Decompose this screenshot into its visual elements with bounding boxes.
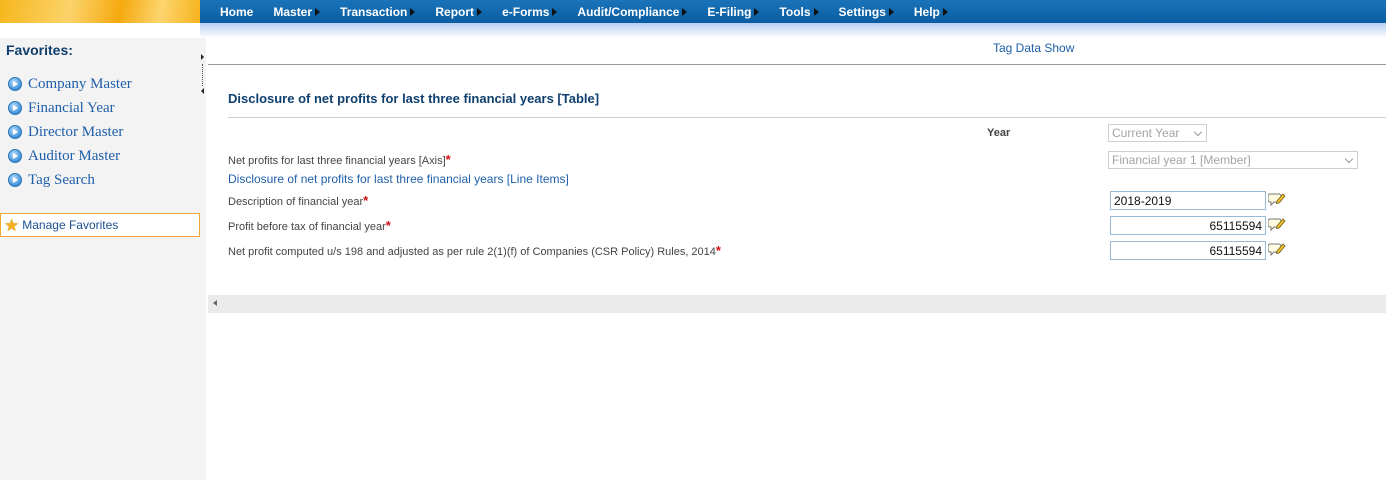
field-label-net-profit-computed: Net profit computed u/s 198 and adjusted…: [228, 243, 721, 258]
submenu-arrow-icon: [754, 7, 760, 16]
submenu-arrow-icon: [682, 7, 688, 16]
manage-favorites-button[interactable]: ★ Manage Favorites: [0, 213, 200, 237]
favorite-tag-search[interactable]: Tag Search: [8, 168, 132, 192]
axis-member-select[interactable]: Financial year 1 [Member]: [1108, 151, 1358, 169]
favorite-auditor-master[interactable]: Auditor Master: [8, 144, 132, 168]
sidebar-collapse-handle[interactable]: [200, 52, 206, 98]
manage-favorites-label: Manage Favorites: [22, 218, 119, 232]
submenu-arrow-icon: [552, 7, 558, 16]
menu-home[interactable]: Home: [220, 5, 253, 19]
field-label-description: Description of financial year*: [228, 193, 368, 208]
menu-efiling-label: E-Filing: [707, 4, 752, 19]
field-label-text: Net profit computed u/s 198 and adjusted…: [228, 246, 716, 258]
favorites-sidebar: Favorites: Company Master Financial Year…: [0, 38, 206, 480]
required-mark: *: [385, 218, 391, 233]
star-icon: ★: [4, 215, 20, 235]
year-select[interactable]: Current Year: [1108, 124, 1207, 142]
top-bar: Home Master Transaction Report e-Forms A…: [0, 0, 1386, 38]
expand-arrow-icon: [201, 54, 204, 60]
menu-audit-compliance[interactable]: Audit/Compliance: [577, 4, 688, 19]
favorites-title: Favorites:: [6, 42, 73, 58]
field-label-text: Description of financial year: [228, 196, 364, 208]
tag-data-show-link[interactable]: Tag Data Show: [993, 41, 1074, 55]
submenu-arrow-icon: [410, 7, 416, 16]
menu-master[interactable]: Master: [273, 4, 321, 19]
menu-report-label: Report: [435, 4, 475, 19]
axis-label-text: Net profits for last three financial yea…: [228, 155, 446, 167]
menu-settings[interactable]: Settings: [839, 5, 894, 19]
favorite-label: Financial Year: [28, 99, 115, 116]
required-mark: *: [445, 152, 451, 167]
edit-note-icon[interactable]: [1268, 191, 1286, 207]
main-content: Tag Data Show Disclosure of net profits …: [208, 38, 1386, 480]
field-value: 65115594: [1209, 243, 1263, 258]
favorite-company-master[interactable]: Company Master: [8, 72, 132, 96]
menu-eforms-label: e-Forms: [502, 4, 550, 19]
favorite-label: Tag Search: [28, 171, 95, 188]
horizontal-scrollbar[interactable]: [208, 295, 1386, 313]
field-value: 2018-2019: [1114, 193, 1172, 208]
menu-eforms[interactable]: e-Forms: [502, 4, 558, 19]
submenu-arrow-icon: [942, 7, 948, 16]
arrow-circle-icon: [8, 125, 22, 139]
arrow-circle-icon: [8, 77, 22, 91]
menu-transaction[interactable]: Transaction: [340, 4, 416, 19]
header-divider: [208, 64, 1386, 65]
submenu-arrow-icon: [315, 7, 321, 16]
submenu-arrow-icon: [477, 7, 483, 16]
favorite-label: Company Master: [28, 75, 132, 92]
menu-report[interactable]: Report: [435, 4, 483, 19]
required-mark: *: [715, 243, 721, 258]
favorite-label: Auditor Master: [28, 147, 121, 164]
favorite-label: Director Master: [28, 123, 124, 140]
scroll-left-arrow-icon[interactable]: [213, 300, 217, 306]
menu-transaction-label: Transaction: [340, 4, 408, 19]
field-value: 65115594: [1209, 218, 1263, 233]
chevron-down-icon: [1193, 127, 1203, 137]
field-label-text: Profit before tax of financial year: [228, 221, 386, 233]
menu-shadow: [200, 23, 1386, 38]
menu-tools[interactable]: Tools: [779, 4, 819, 19]
edit-note-icon[interactable]: [1268, 241, 1286, 257]
required-mark: *: [363, 193, 369, 208]
chevron-down-icon: [1344, 154, 1354, 164]
axis-label: Net profits for last three financial yea…: [228, 152, 451, 167]
field-label-profit-before-tax: Profit before tax of financial year*: [228, 218, 391, 233]
line-items-heading: Disclosure of net profits for last three…: [228, 172, 569, 186]
section-divider: [228, 117, 1386, 118]
collapse-arrow-icon: [201, 88, 204, 94]
section-title: Disclosure of net profits for last three…: [228, 91, 600, 106]
main-menu: Home Master Transaction Report e-Forms A…: [200, 0, 1386, 23]
menu-help[interactable]: Help: [914, 5, 948, 19]
splitter-dots: [202, 64, 203, 86]
favorites-list: Company Master Financial Year Director M…: [8, 72, 132, 192]
arrow-circle-icon: [8, 173, 22, 187]
menu-master-label: Master: [273, 4, 313, 19]
menu-help-label: Help: [913, 4, 940, 19]
year-label: Year: [987, 127, 1011, 139]
menu-settings-label: Settings: [838, 4, 886, 19]
favorite-financial-year[interactable]: Financial Year: [8, 96, 132, 120]
menu-home-label: Home: [220, 4, 254, 19]
axis-select-value: Financial year 1 [Member]: [1112, 153, 1251, 167]
favorite-director-master[interactable]: Director Master: [8, 120, 132, 144]
menu-efiling[interactable]: E-Filing: [707, 4, 760, 19]
net-profit-computed-input[interactable]: 65115594: [1110, 241, 1266, 260]
menu-tools-label: Tools: [779, 4, 811, 19]
arrow-circle-icon: [8, 101, 22, 115]
submenu-arrow-icon: [888, 7, 894, 16]
menu-audit-compliance-label: Audit/Compliance: [577, 4, 680, 19]
year-select-value: Current Year: [1112, 126, 1180, 140]
arrow-circle-icon: [8, 149, 22, 163]
logo-banner: [0, 0, 200, 23]
edit-note-icon[interactable]: [1268, 216, 1286, 232]
profit-before-tax-input[interactable]: 65115594: [1110, 216, 1266, 235]
description-of-financial-year-input[interactable]: 2018-2019: [1110, 191, 1266, 210]
submenu-arrow-icon: [813, 7, 819, 16]
